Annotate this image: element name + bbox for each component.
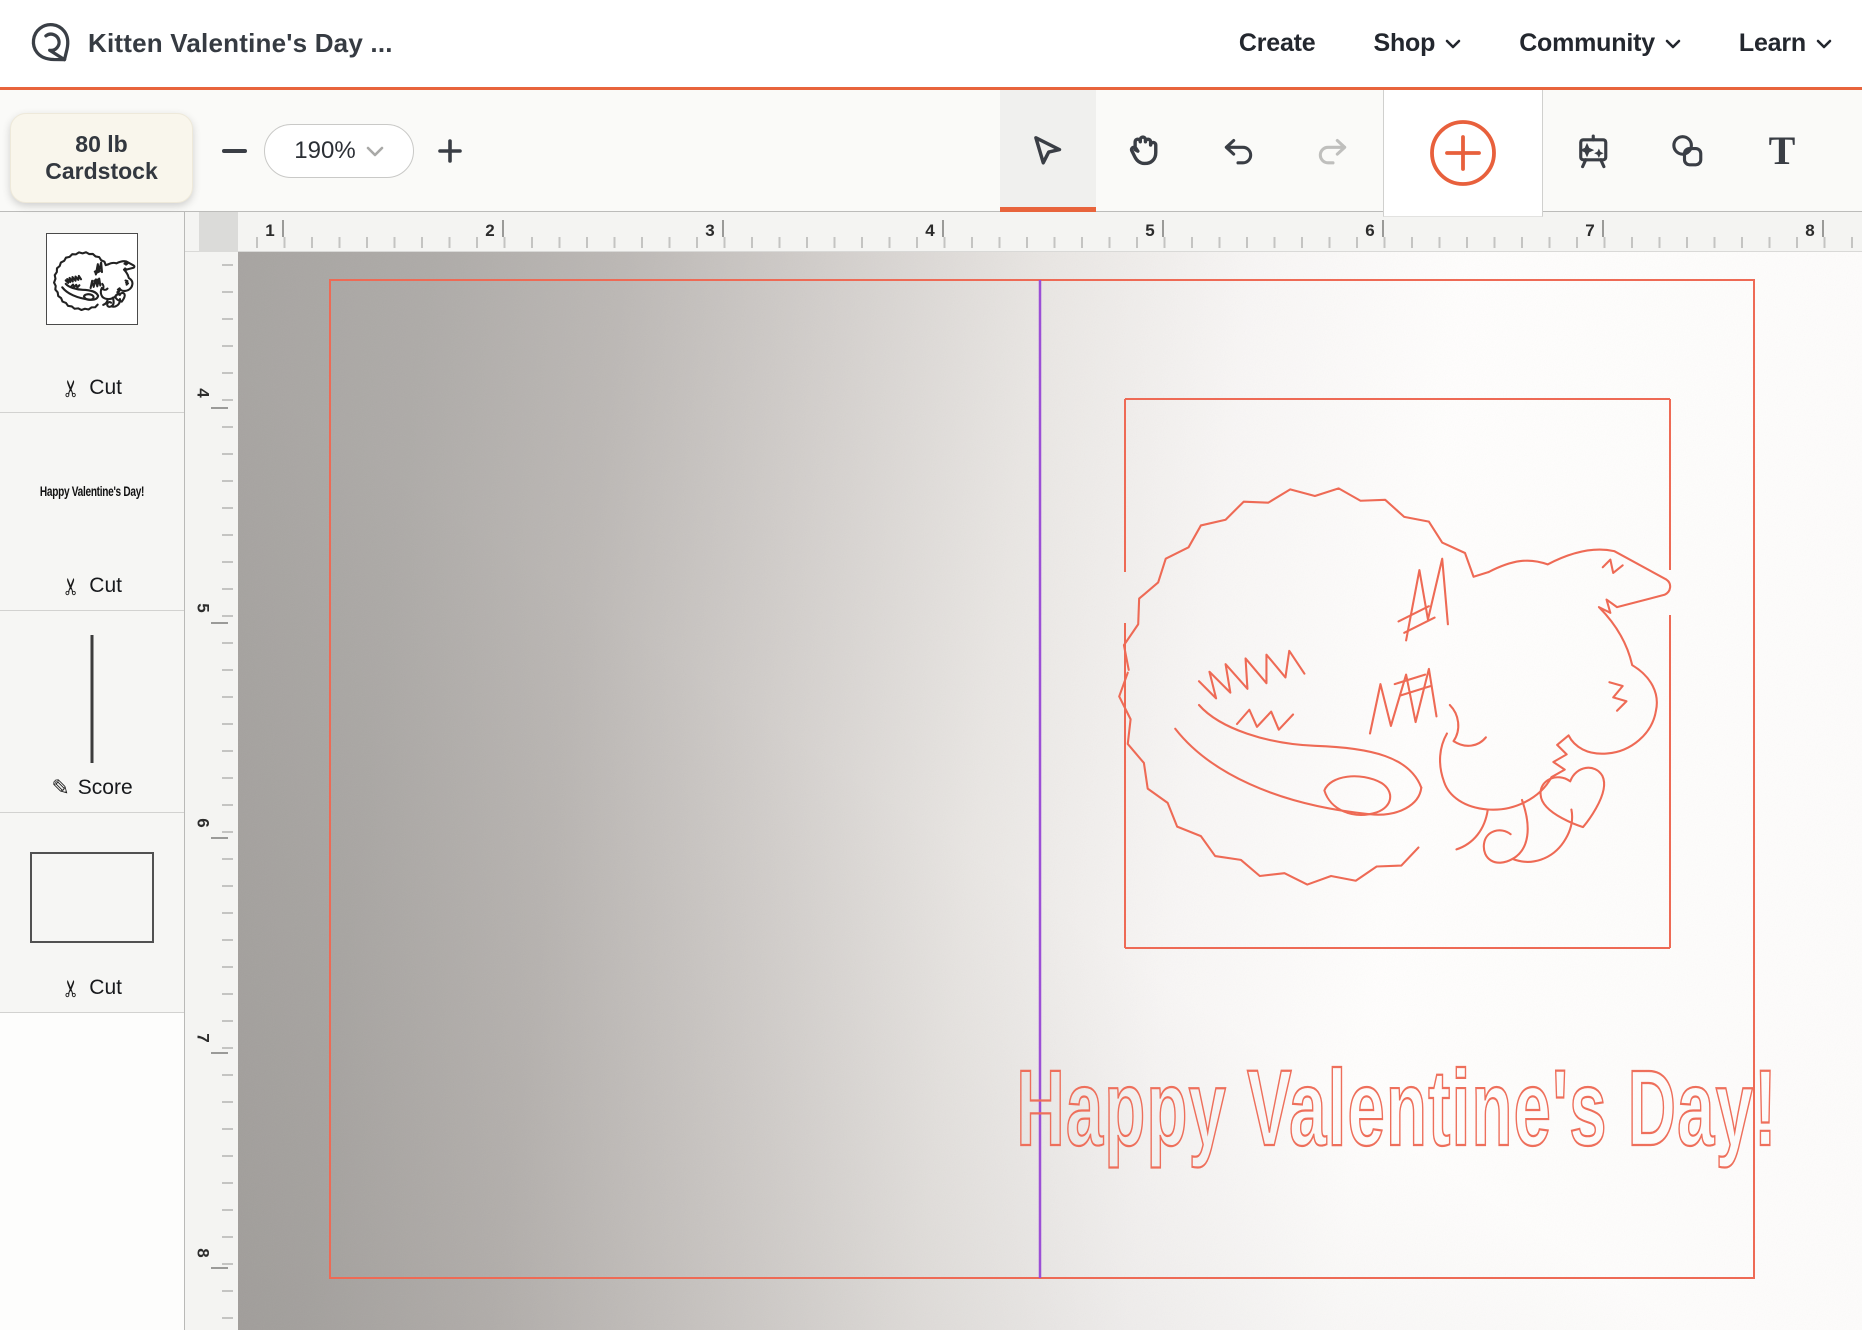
ruler-corner: [199, 212, 238, 252]
text-tool-button[interactable]: T: [1739, 90, 1825, 211]
header-bar: Kitten Valentine's Day ... Create Shop C…: [0, 0, 1862, 90]
zoom-in-button[interactable]: [428, 90, 472, 211]
glowforge-logo-icon[interactable]: [30, 20, 76, 70]
toolbar: 80 lb Cardstock 190%: [0, 90, 1862, 212]
redo-arrow-icon: [1315, 135, 1351, 167]
main-nav: Create Shop Community Learn: [1239, 0, 1832, 87]
rectangle-thumbnail: [30, 852, 154, 943]
nav-community[interactable]: Community: [1519, 29, 1681, 58]
chevron-down-icon: [366, 146, 384, 157]
step-item-kitten-cut[interactable]: ✂ Cut: [0, 212, 184, 413]
shapes-icon: [1667, 131, 1707, 171]
chevron-down-icon: [1445, 39, 1461, 49]
operation-label: ✂ Cut: [0, 574, 184, 598]
chevron-down-icon: [1816, 39, 1832, 49]
svg-text:Happy Valentine's Day!: Happy Valentine's Day!: [1016, 1049, 1777, 1169]
scissors-icon: ✂: [60, 378, 83, 397]
plus-icon: [437, 138, 463, 164]
text-T-icon: T: [1769, 131, 1796, 171]
nav-create[interactable]: Create: [1239, 29, 1316, 58]
operation-label: ✎ Score: [0, 776, 184, 800]
horizontal-ruler: 1 2 3 4 5 6 7 8: [185, 212, 1862, 252]
zoom-out-button[interactable]: [212, 90, 256, 211]
kitten-thumbnail: [46, 233, 138, 325]
hand-icon: [1124, 132, 1162, 170]
chevron-down-icon: [1665, 39, 1681, 49]
design-canvas[interactable]: Happy Valentine's Day!: [238, 252, 1862, 1330]
scissors-icon: ✂: [60, 978, 83, 997]
redo-button[interactable]: [1290, 90, 1376, 211]
nav-shop[interactable]: Shop: [1374, 29, 1462, 58]
undo-button[interactable]: [1195, 90, 1281, 211]
operation-label: ✂ Cut: [0, 376, 184, 400]
steps-sidebar: ✂ Cut Happy Valentine's Day! ✂ Cut ✎ Sco…: [0, 212, 185, 1330]
step-item-text-cut[interactable]: Happy Valentine's Day! ✂ Cut: [0, 413, 184, 611]
zoom-level-value: 190%: [294, 137, 355, 165]
ruler-ticks: [222, 252, 233, 1330]
score-line-thumbnail: [91, 635, 94, 763]
magic-easel-icon: [1572, 131, 1612, 171]
operation-label: ✂ Cut: [0, 976, 184, 1000]
step-item-score-line[interactable]: ✎ Score: [0, 611, 184, 813]
vertical-ruler: 4 5 6 7 8: [185, 252, 238, 1330]
plus-circle-icon: [1426, 116, 1500, 190]
zoom-level-dropdown[interactable]: 190%: [264, 124, 414, 178]
step-item-rectangle-cut[interactable]: ✂ Cut: [0, 813, 184, 1013]
select-tool-button[interactable]: [1004, 90, 1090, 211]
text-thumbnail: Happy Valentine's Day!: [40, 483, 144, 499]
undo-arrow-icon: [1220, 135, 1256, 167]
add-artwork-button[interactable]: [1383, 90, 1543, 217]
project-title[interactable]: Kitten Valentine's Day ...: [88, 0, 393, 87]
ruler-ticks: [185, 237, 1862, 248]
app-window: Kitten Valentine's Day ... Create Shop C…: [0, 0, 1862, 1330]
minus-icon: [222, 149, 247, 153]
material-button[interactable]: 80 lb Cardstock: [10, 113, 193, 203]
nav-learn[interactable]: Learn: [1739, 29, 1832, 58]
pan-tool-button[interactable]: [1100, 90, 1186, 211]
cursor-arrow-icon: [1029, 133, 1065, 169]
premium-art-button[interactable]: [1549, 90, 1635, 211]
pencil-icon: ✎: [51, 777, 69, 799]
card-text[interactable]: Happy Valentine's Day!: [1016, 1049, 1777, 1169]
scissors-icon: ✂: [60, 576, 83, 595]
shapes-button[interactable]: [1644, 90, 1730, 211]
